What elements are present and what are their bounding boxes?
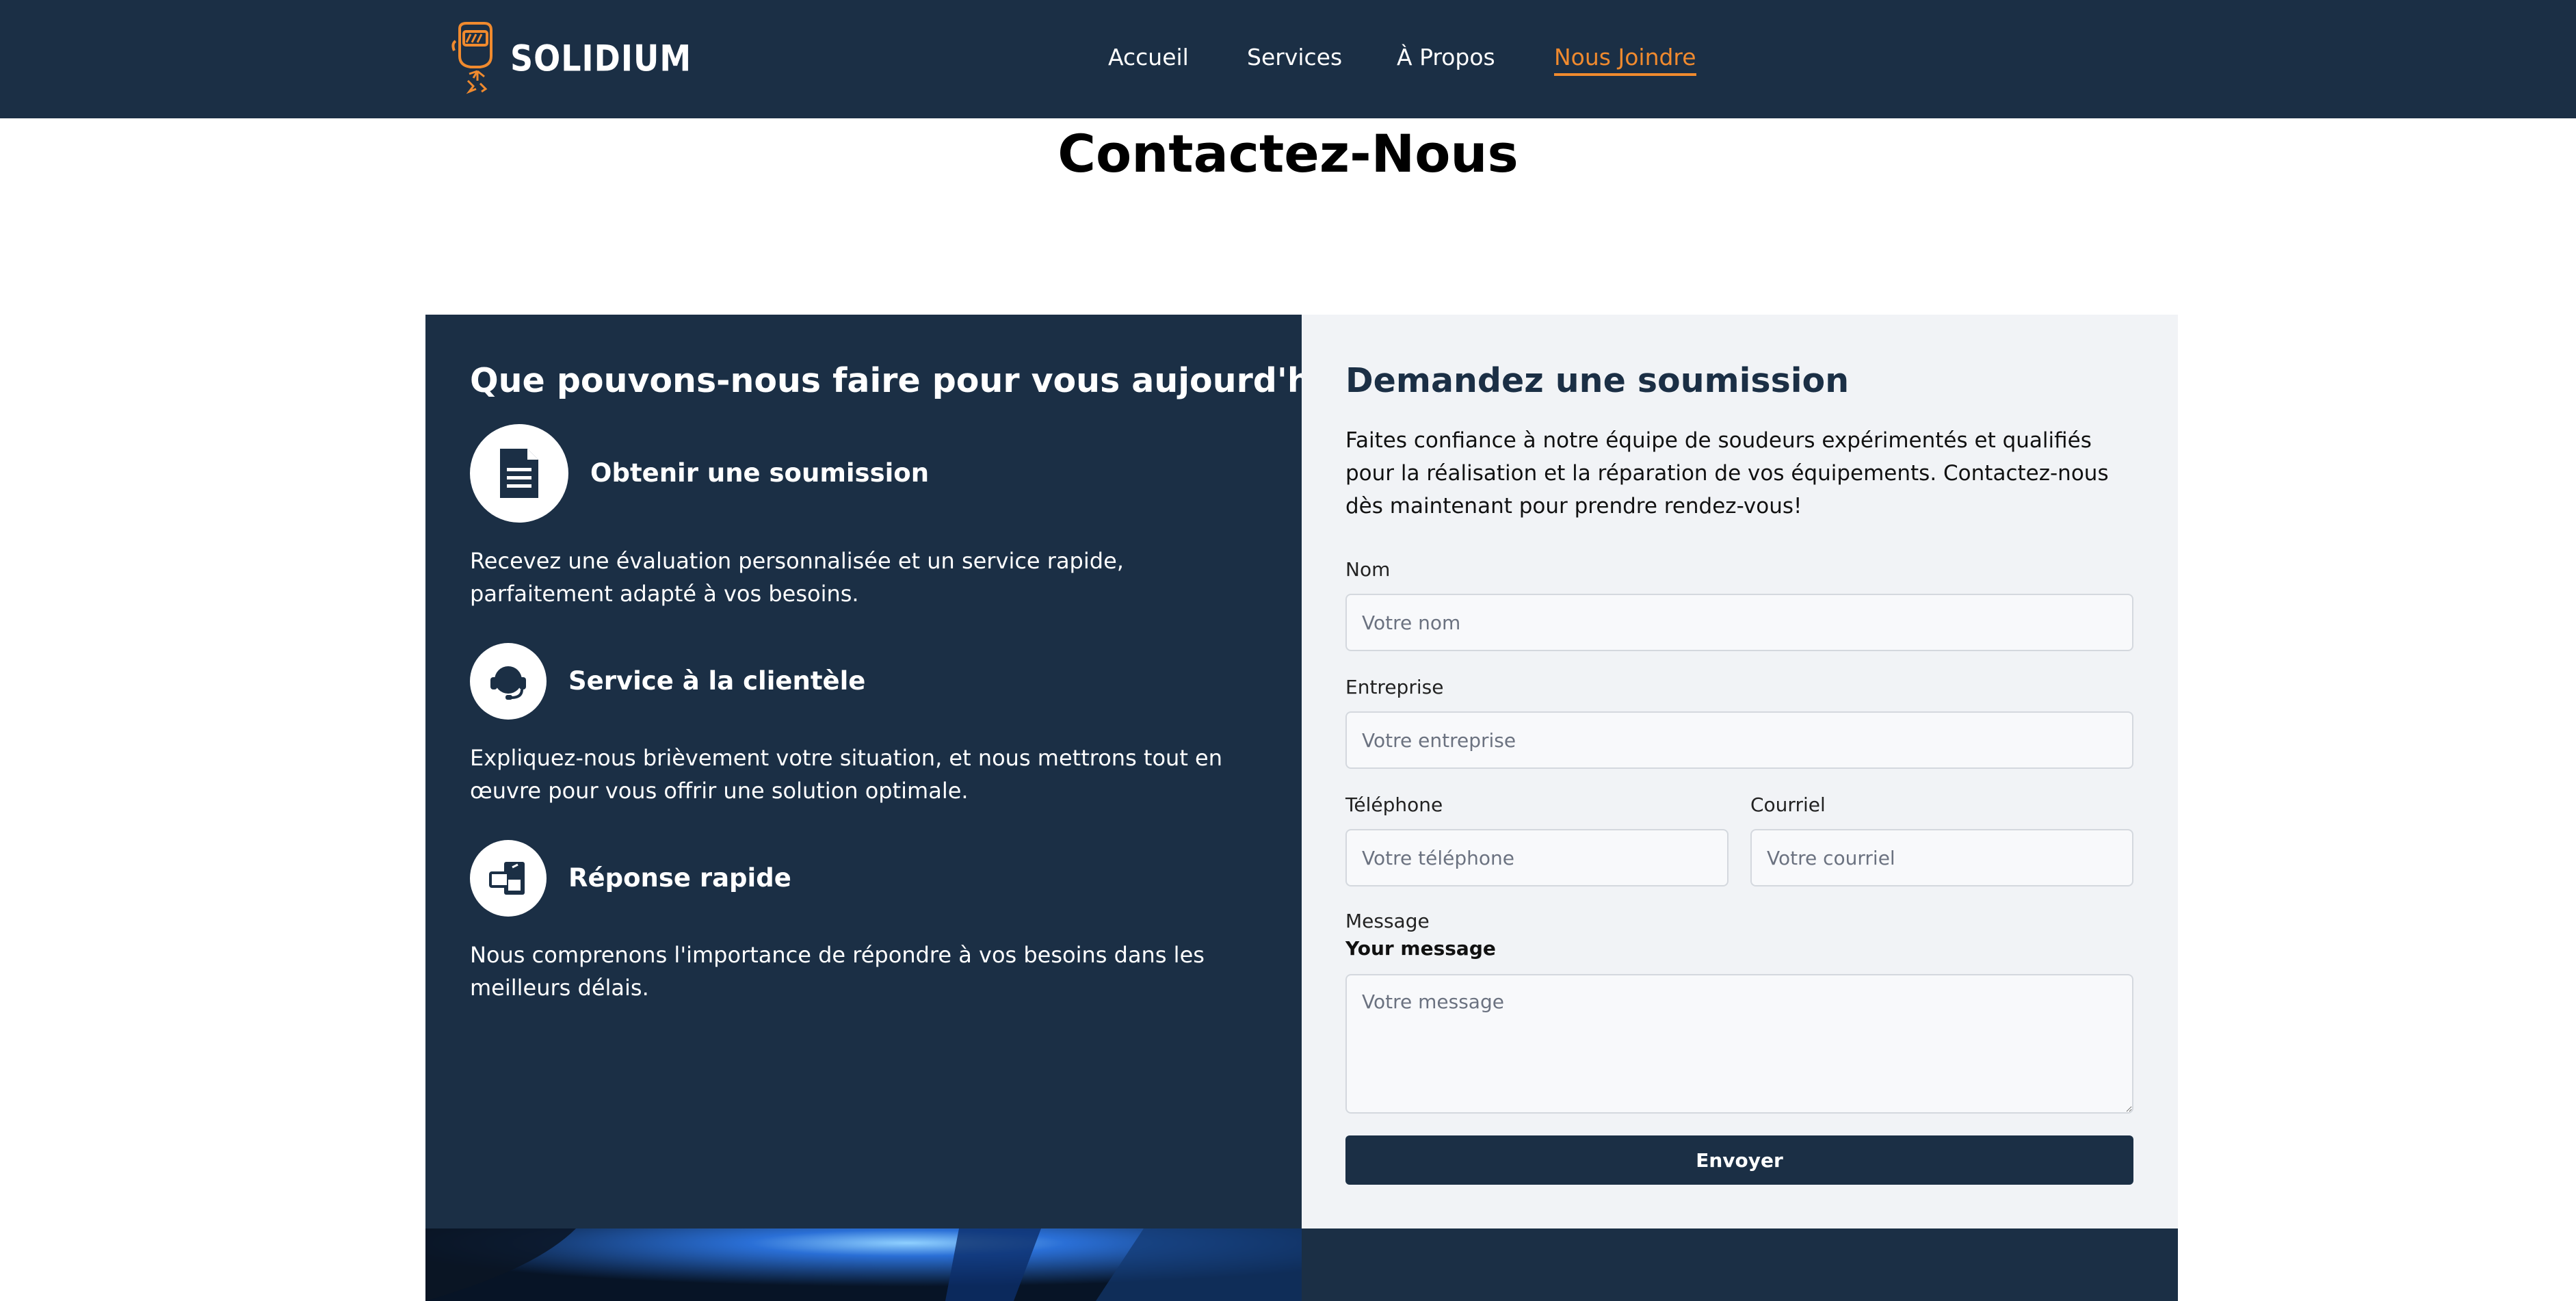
brand-name: SOLIDIUM — [510, 36, 692, 80]
feature-desc-fast: Nous comprenons l'importance de répondre… — [470, 942, 1205, 1001]
quote-form-panel: Demandez une soumission Faites confiance… — [1302, 315, 2178, 1228]
nav-item-services[interactable]: Services — [1247, 44, 1342, 70]
feature-desc-support: Expliquez-nous brièvement votre situatio… — [470, 745, 1222, 804]
submit-button[interactable]: Envoyer — [1345, 1135, 2133, 1185]
message-field[interactable] — [1345, 974, 2133, 1114]
feature-title-fast: Réponse rapide — [568, 863, 791, 893]
name-field[interactable] — [1345, 594, 2133, 651]
headset-icon — [490, 666, 526, 700]
help-panel: Que pouvons-nous faire pour vous aujourd… — [425, 315, 1366, 1228]
feature-circle-quote — [470, 424, 568, 523]
email-field[interactable] — [1750, 829, 2133, 886]
feature-title-quote: Obtenir une soumission — [590, 458, 930, 488]
feature-circle-support — [470, 643, 547, 720]
email-label: Courriel — [1750, 793, 1826, 816]
welding-photo — [425, 1228, 1302, 1301]
company-label: Entreprise — [1345, 676, 1444, 698]
form-heading: Demandez une soumission — [1345, 361, 1850, 400]
welding-image — [425, 1228, 1302, 1301]
nav-item-nous-joindre[interactable]: Nous Joindre — [1554, 44, 1696, 76]
company-field[interactable] — [1345, 711, 2133, 769]
phone-field[interactable] — [1345, 829, 1729, 886]
devices-icon — [489, 862, 525, 895]
page-title: Contactez-Nous — [1057, 123, 1519, 184]
document-icon — [500, 449, 538, 498]
feature-desc-quote: Recevez une évaluation personnalisée et … — [470, 548, 1124, 607]
site-header: SOLIDIUM Accueil Services À Propos Nous … — [0, 0, 2576, 118]
message-sublabel: Your message — [1345, 937, 1496, 960]
name-label: Nom — [1345, 558, 1391, 581]
form-intro: Faites confiance à notre équipe de soude… — [1345, 428, 2109, 518]
bottom-right-panel — [1302, 1228, 2178, 1301]
logo[interactable]: SOLIDIUM — [450, 21, 692, 96]
nav-item-accueil[interactable]: Accueil — [1108, 44, 1189, 70]
welder-helmet-icon — [451, 22, 492, 94]
nav-item-a-propos[interactable]: À Propos — [1397, 44, 1495, 70]
phone-label: Téléphone — [1345, 793, 1443, 816]
feature-title-support: Service à la clientèle — [568, 666, 866, 696]
help-heading: Que pouvons-nous faire pour vous aujourd… — [470, 361, 1366, 400]
feature-circle-fast — [470, 840, 547, 917]
message-label: Message — [1345, 910, 1430, 932]
